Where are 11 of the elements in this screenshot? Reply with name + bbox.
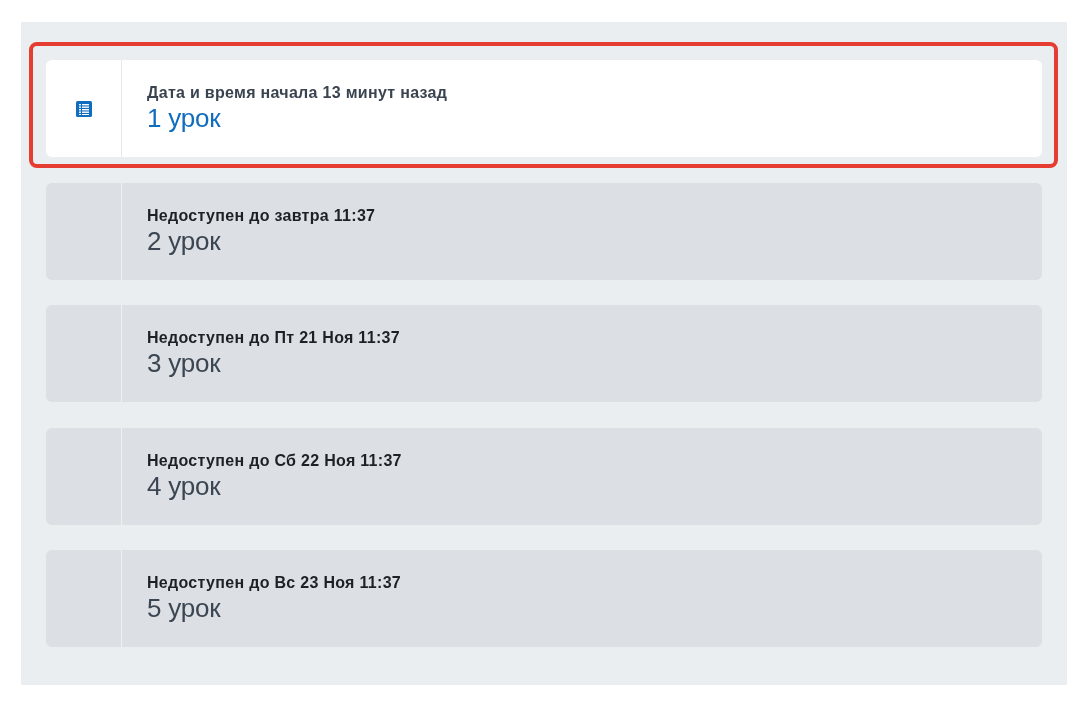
lesson-link[interactable]: 1 урок [147,103,448,134]
lesson-title: 3 урок [147,348,222,379]
lesson-title: 2 урок [147,225,222,257]
availability-text: Недоступен до Вс 23 Ноя 11:37 [147,573,402,593]
availability-text: Дата и время начала 13 минут назад [147,83,448,103]
availability-text: Недоступен до Сб 22 Ноя 11:37 [147,450,402,471]
availability-text: Недоступен до завтра 11:37 [147,205,376,226]
list-icon [75,100,92,117]
availability-text: Недоступен до Пт 21 Ноя 11:37 [147,328,400,348]
lesson-title: 4 урок [147,470,222,502]
lesson-title: 5 урок [147,593,222,624]
